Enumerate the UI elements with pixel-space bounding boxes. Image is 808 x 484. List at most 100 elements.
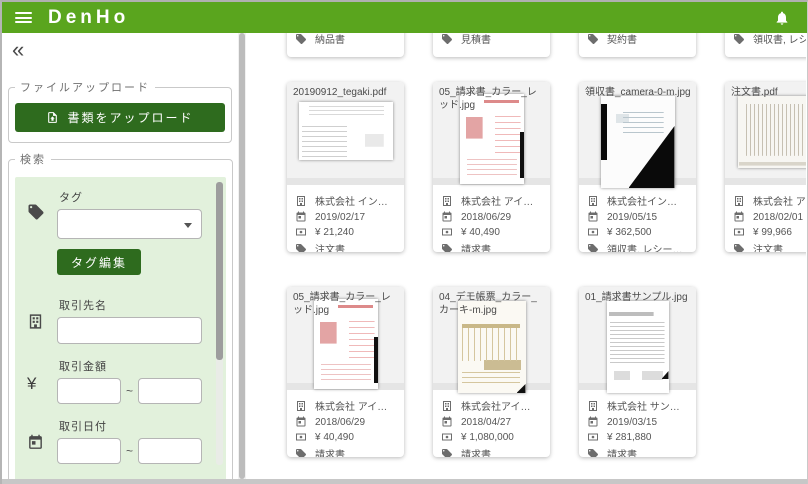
calendar-icon — [588, 416, 598, 427]
sidebar-scrollbar[interactable] — [238, 33, 246, 479]
document-card[interactable]: 注文書.pdf 株式会社 アイ 2018/02/01 ¥ 99,966 注文書 — [725, 82, 806, 252]
date-to-input[interactable] — [138, 438, 203, 464]
document-filename: 05_請求書_カラー_レッド.jpg — [293, 292, 391, 316]
card-row-3: 05_請求書_カラー_レッド.jpg 株式会社 アイ… 2018/06/29 ¥… — [287, 287, 696, 457]
date-label: 取引日付 — [59, 421, 107, 433]
transaction-amount: ¥ 21,240 — [315, 226, 354, 238]
tags-row: 請求書 — [295, 446, 396, 457]
document-filename: 04_デモ帳票_カラー_カーキ-m.jpg — [439, 292, 537, 316]
denho-app-window: DenHo « ファイルアップロード 書類をアップロード 検索 タグ タグ編集 … — [0, 0, 808, 484]
notifications-icon[interactable] — [774, 10, 790, 26]
transaction-amount: ¥ 99,966 — [753, 226, 792, 238]
transaction-amount: ¥ 40,490 — [461, 226, 500, 238]
calendar-icon — [734, 211, 744, 222]
card-details: 株式会社アイ… 2018/04/27 ¥ 1,080,000 請求書 — [433, 390, 550, 457]
amount-from-input[interactable] — [57, 378, 121, 404]
company-name: 株式会社 アイ — [753, 197, 806, 208]
horizontal-scrollbar[interactable] — [2, 479, 807, 484]
document-tags: 注文書 — [753, 245, 783, 252]
card-details: 株式会社 サン… 2019/03/15 ¥ 281,880 請求書 — [579, 390, 696, 457]
amount-row: ¥ 99,966 — [733, 226, 806, 238]
document-filename: 20190912_tegaki.pdf — [293, 87, 387, 98]
card-details: 株式会社 イン… 2019/02/17 ¥ 21,240 注文書 — [287, 185, 404, 252]
document-grid: 納品書 見積書 契約書 領収書, レシ 20190912_tegaki.pdf — [247, 33, 806, 479]
amount-to-input[interactable] — [138, 378, 203, 404]
partner-name-input[interactable] — [57, 317, 203, 344]
document-card[interactable]: 20190912_tegaki.pdf 株式会社 イン… 2019/02/17 … — [287, 82, 404, 252]
collapse-sidebar-button[interactable]: « — [12, 39, 237, 61]
amount-row: ¥ 1,080,000 — [441, 431, 542, 443]
document-tags: 納品書 — [315, 35, 345, 46]
tag-icon — [28, 204, 44, 220]
tag-edit-button[interactable]: タグ編集 — [57, 249, 142, 275]
company-row: 株式会社 アイ… — [295, 398, 396, 413]
card-details: 株式会社 アイ… 2018/06/29 ¥ 40,490 請求書 — [287, 390, 404, 457]
document-card[interactable]: 01_請求書サンプル.jpg 株式会社 サン… 2019/03/15 ¥ 281… — [579, 287, 696, 457]
date-row: 2019/05/15 — [587, 211, 688, 223]
tags-row: 契約書 — [587, 33, 694, 46]
file-upload-section: ファイルアップロード 書類をアップロード — [8, 79, 232, 143]
company-row: 株式会社 イン… — [295, 193, 396, 208]
card-details: 株式会社 アイ… 2018/06/29 ¥ 40,490 請求書 — [433, 185, 550, 252]
document-card[interactable]: 領収書_camera-0-m.jpg 株式会社イン… 2019/05/15 ¥ … — [579, 82, 696, 252]
company-name: 株式会社 イン… — [315, 197, 388, 208]
date-from-input[interactable] — [57, 438, 121, 464]
transaction-amount: ¥ 362,500 — [607, 226, 652, 238]
company-row: 株式会社 サン… — [587, 398, 688, 413]
card-divider — [287, 178, 404, 185]
document-card[interactable]: 04_デモ帳票_カラー_カーキ-m.jpg 株式会社アイ… 2018/04/27… — [433, 287, 550, 457]
menu-icon[interactable] — [15, 12, 32, 23]
transaction-date: 2018/04/27 — [461, 416, 512, 428]
scrollbar-thumb[interactable] — [216, 182, 224, 361]
upload-documents-button[interactable]: 書類をアップロード — [15, 103, 225, 132]
building-icon — [297, 400, 305, 411]
tag-edit-label: タグ編集 — [71, 255, 128, 270]
tags-row: 請求書 — [441, 241, 542, 252]
scrollbar-thumb[interactable] — [239, 33, 245, 479]
amount-row: ¥ 281,880 — [587, 431, 688, 443]
upload-file-icon — [48, 112, 58, 123]
date-row: 2018/06/29 — [441, 211, 542, 223]
transaction-amount: ¥ 281,880 — [607, 431, 652, 443]
amount-row: ¥ 40,490 — [441, 226, 542, 238]
money-icon — [296, 228, 306, 236]
app-header: DenHo — [2, 2, 807, 33]
card-thumbnail-area: 05_請求書_カラー_レッド.jpg — [433, 82, 550, 184]
amount-filter: 取引金額 ¥ ~ — [27, 358, 203, 404]
tags-row: 見積書 — [441, 33, 548, 46]
date-row: 2018/02/01 — [733, 211, 806, 223]
money-icon — [442, 228, 452, 236]
tag-icon — [734, 33, 744, 44]
tags-row: 注文書 — [295, 241, 396, 252]
document-card[interactable]: 05_請求書_カラー_レッド.jpg 株式会社 アイ… 2018/06/29 ¥… — [433, 82, 550, 252]
tag-icon — [442, 448, 452, 457]
transaction-amount: ¥ 40,490 — [315, 431, 354, 443]
document-card-partial[interactable]: 納品書 — [287, 33, 404, 57]
document-tags: 見積書 — [461, 35, 491, 46]
tag-icon — [588, 33, 598, 44]
document-tags: 請求書 — [461, 450, 491, 457]
document-tags: 注文書 — [315, 245, 345, 252]
app-title: DenHo — [48, 6, 130, 28]
document-filename: 05_請求書_カラー_レッド.jpg — [439, 87, 537, 111]
document-card-partial[interactable]: 見積書 — [433, 33, 550, 57]
amount-label: 取引金額 — [59, 361, 107, 373]
calendar-icon — [296, 416, 306, 427]
tags-row: 請求書 — [441, 446, 542, 457]
document-thumbnail — [606, 301, 669, 393]
tag-select[interactable] — [57, 209, 203, 239]
file-upload-legend: ファイルアップロード — [20, 82, 150, 94]
building-icon — [443, 195, 451, 206]
date-row: 2018/04/27 — [441, 416, 542, 428]
transaction-date: 2018/02/01 — [753, 211, 804, 223]
building-icon — [443, 400, 451, 411]
company-row: 株式会社 アイ… — [441, 193, 542, 208]
search-panel-scrollbar[interactable] — [216, 182, 224, 465]
document-card-partial[interactable]: 領収書, レシ — [725, 33, 806, 57]
document-card[interactable]: 05_請求書_カラー_レッド.jpg 株式会社 アイ… 2018/06/29 ¥… — [287, 287, 404, 457]
tag-icon — [734, 243, 744, 252]
date-row: 2019/03/15 — [587, 416, 688, 428]
tags-row: 納品書 — [295, 33, 402, 46]
document-card-partial[interactable]: 契約書 — [579, 33, 696, 57]
company-name: 株式会社 サン… — [607, 402, 680, 413]
